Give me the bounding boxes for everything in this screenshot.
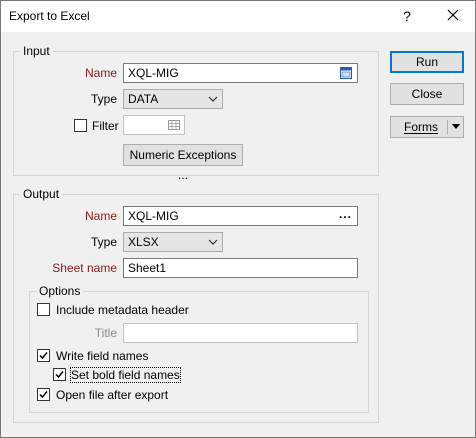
input-type-label: Type: [90, 92, 117, 106]
checkmark-icon: [55, 371, 64, 379]
close-window-button[interactable]: [441, 5, 465, 27]
include-metadata-label: Include metadata header: [56, 303, 189, 317]
output-name-label: Name: [84, 209, 117, 223]
input-group-label: Input: [20, 44, 53, 58]
database-icon[interactable]: [340, 67, 352, 79]
write-field-names-checkbox[interactable]: [37, 349, 50, 362]
sheet-name-label: Sheet name: [52, 261, 117, 275]
input-name-label: Name: [84, 66, 117, 80]
browse-button[interactable]: ...: [339, 207, 352, 221]
forms-button[interactable]: Forms: [390, 116, 464, 138]
run-button[interactable]: Run: [390, 51, 464, 73]
open-after-export-checkbox[interactable]: [37, 388, 50, 401]
close-button[interactable]: Close: [390, 83, 464, 105]
title-label: Title: [94, 326, 117, 340]
output-name-field[interactable]: XQL-MIG ...: [123, 206, 358, 226]
input-type-value: DATA: [128, 92, 159, 106]
options-group-label: Options: [36, 284, 84, 298]
filter-field[interactable]: [123, 115, 185, 135]
chevron-down-icon: [208, 96, 218, 102]
include-metadata-checkbox[interactable]: [37, 303, 50, 316]
bold-field-names-checkbox[interactable]: [53, 368, 66, 381]
output-name-value: XQL-MIG: [128, 209, 179, 223]
help-button[interactable]: ?: [396, 5, 418, 27]
sheet-name-value: Sheet1: [128, 261, 167, 275]
input-name-field[interactable]: XQL-MIG: [123, 63, 358, 83]
window-title: Export to Excel: [9, 9, 90, 23]
chevron-down-icon: [208, 239, 218, 245]
input-type-select[interactable]: DATA: [123, 89, 223, 109]
output-type-value: XLSX: [128, 235, 159, 249]
output-group-label: Output: [20, 187, 63, 201]
bold-field-names-label: Set bold field names: [70, 367, 181, 383]
forms-button-label: Forms: [404, 120, 438, 134]
open-after-export-label: Open file after export: [56, 388, 169, 402]
checkmark-icon: [39, 352, 48, 360]
dropdown-arrow-icon[interactable]: [452, 124, 460, 130]
filter-checkbox[interactable]: [74, 119, 87, 132]
write-field-names-label: Write field names: [56, 349, 149, 363]
input-name-value: XQL-MIG: [128, 66, 179, 80]
filter-label: Filter: [92, 119, 119, 133]
output-type-label: Type: [90, 235, 117, 249]
numeric-exceptions-button[interactable]: Numeric Exceptions ...: [123, 144, 243, 182]
close-icon: [447, 9, 459, 21]
forms-dropdown-separator: [447, 120, 448, 134]
title-field[interactable]: [123, 323, 358, 343]
output-type-select[interactable]: XLSX: [123, 232, 223, 252]
export-dialog: Export to Excel ? Input Name XQL-MIG Typ…: [0, 0, 476, 438]
sheet-name-field[interactable]: Sheet1: [123, 258, 358, 278]
title-bar: Export to Excel ?: [1, 1, 475, 32]
table-icon[interactable]: [168, 120, 180, 130]
checkmark-icon: [39, 391, 48, 399]
